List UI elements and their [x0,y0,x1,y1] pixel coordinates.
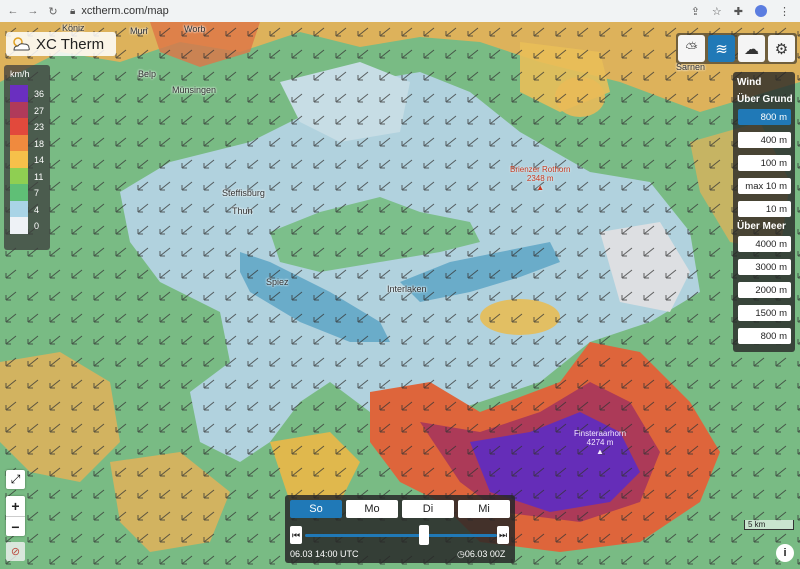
more-menu-icon[interactable]: ⋮ [779,5,790,18]
peak-elevation: 2348 m [526,174,554,183]
day-button-di[interactable]: Di [402,500,454,518]
zoom-in-button[interactable]: + [6,496,25,517]
legend-value: 11 [34,171,44,182]
forward-icon[interactable]: → [26,5,40,17]
legend-value: 18 [34,138,45,149]
step-forward-icon[interactable]: ⏭ [497,526,509,544]
wind-map[interactable]: Muri Worb Belp Münsingen Steffisburg Thu… [0,22,800,569]
place-label-worb: Worb [184,24,206,34]
legend-unit: km/h [10,69,30,79]
place-label-muensingen: Münsingen [172,85,217,95]
place-label-thun: Thun [232,206,253,216]
alt-ground-10[interactable]: 10 m [738,201,791,217]
place-label-spiez: Spiez [266,277,289,287]
peak-name: Finsteraarhorn [574,429,627,438]
legend-swatch [10,85,28,102]
time-slider-track[interactable] [305,534,497,537]
clock-icon: ◷ [457,549,465,559]
place-label-muri: Muri [130,26,148,36]
current-time: 06.03 14:00 UTC [290,549,359,559]
zoom-out-button[interactable]: − [6,517,25,537]
url-text: xctherm.com/map [81,5,169,17]
place-label-interlaken: Interlaken [387,284,427,294]
legend-value: 36 [34,89,45,99]
extensions-icon[interactable]: ✚ [734,5,743,18]
legend-value: 23 [34,122,45,132]
legend-swatch [10,200,28,217]
peak-name: Brienzer Rothorn [510,165,571,174]
legend-swatch [10,167,28,184]
wind-title: Wind [737,77,762,88]
legend-swatch [10,101,28,118]
legend-value: 27 [34,105,45,116]
wind-icon[interactable]: ≋ [708,35,735,62]
profile-avatar[interactable] [755,4,767,17]
layer-buttons: ⛅︎ ≋ ☁︎ ⚙︎ [676,33,797,64]
day-button-so[interactable]: So [290,500,342,518]
alt-sea-2000[interactable]: 2000 m [738,282,791,298]
sea-header: Über Meer [737,221,786,232]
thermal-cloud-icon[interactable]: ⛅︎ [678,35,705,62]
model-run-text: 06.03 00Z [464,549,506,559]
alt-ground-max10[interactable]: max 10 m [738,178,791,194]
model-run: ◷06.03 00Z [457,549,505,560]
bookmark-star-icon[interactable]: ☆ [712,5,722,18]
legend-value: 14 [34,155,45,165]
time-slider-thumb[interactable] [419,525,430,545]
legend-value: 7 [34,188,40,198]
alt-sea-3000[interactable]: 3000 m [738,259,791,275]
place-label-steffisburg: Steffisburg [222,188,265,198]
alt-ground-400[interactable]: 400 m [738,132,791,148]
disabled-layer-icon[interactable]: ⊘ [6,542,25,561]
legend-swatches [10,85,28,234]
alt-ground-100[interactable]: 100 m [738,155,791,171]
peak-triangle-icon: ▲ [596,447,604,456]
legend-value: 4 [34,204,40,215]
day-button-mo[interactable]: Mo [346,500,398,518]
gear-icon[interactable]: ⚙︎ [768,35,795,62]
peak-finsteraarhorn: Finsteraarhorn 4274 m ▲ [574,429,626,456]
place-label-belp: Belp [138,69,157,79]
scale-bar: 5 km [744,520,794,530]
alt-sea-800[interactable]: 800 m [738,328,791,344]
day-button-mi[interactable]: Mi [458,500,510,518]
legend-swatch [10,118,28,135]
time-control: So Mo Di Mi ⏮ ⏭ 06.03 14:00 UTC ◷06.03 0… [285,495,515,563]
wind-speed-legend: km/h 36 27 23 18 14 11 7 4 0 [4,65,50,250]
legend-swatch [10,217,28,234]
cloud-sun-icon [13,37,30,51]
legend-swatch [10,151,28,168]
legend-swatch [10,134,28,151]
address-bar[interactable]: 🔒︎ xctherm.com/map [70,5,691,17]
cloud-cover-icon[interactable]: ☁︎ [738,35,765,62]
logo-text: XC Therm [36,35,105,53]
app-logo[interactable]: XC Therm [6,32,116,56]
wind-altitude-panel: Wind Über Grund 800 m 400 m 100 m max 10… [733,72,795,352]
alt-ground-800[interactable]: 800 m [738,109,791,125]
step-back-icon[interactable]: ⏮ [290,526,302,544]
browser-toolbar: ← → ↻ 🔒︎ xctherm.com/map ⇪ ☆ ✚ ⋮ [0,0,800,23]
alt-sea-1500[interactable]: 1500 m [738,305,791,321]
back-icon[interactable]: ← [6,5,20,17]
peak-triangle-icon: ▲ [536,183,545,192]
legend-value: 0 [34,221,40,231]
ground-header: Über Grund [737,94,793,105]
info-icon[interactable]: i [776,544,794,562]
reload-icon[interactable]: ↻ [46,5,60,18]
legend-swatch [10,184,28,201]
peak-brienzer-rothorn: Brienzer Rothorn 2348 m ▲ [510,165,570,192]
lock-icon: 🔒︎ [70,5,76,17]
map-terrain [0,22,800,569]
share-icon[interactable]: ⇪ [691,5,700,18]
fullscreen-icon[interactable]: ⤢ [6,470,25,489]
zoom-control: + − [6,496,25,536]
alt-sea-4000[interactable]: 4000 m [738,236,791,252]
peak-elevation: 4274 m [586,438,614,447]
